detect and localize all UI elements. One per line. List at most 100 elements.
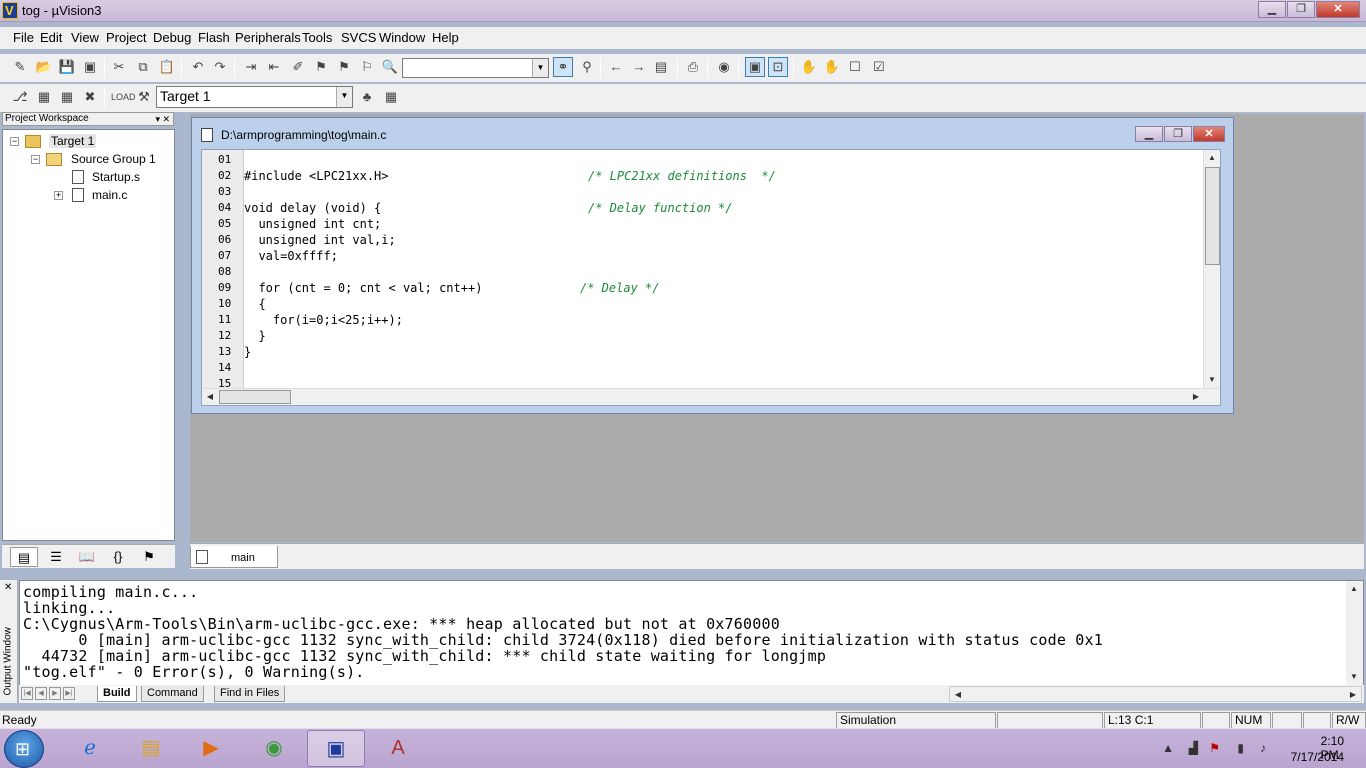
clock-date[interactable]: 7/17/2014 (1291, 750, 1344, 764)
chrome-icon[interactable]: ◉ (245, 730, 303, 767)
open-file-icon[interactable]: 📂 (35, 58, 53, 76)
books-tab-icon[interactable]: 📖 (73, 547, 101, 567)
regs-tab-icon[interactable]: ☰ (42, 547, 70, 567)
find-in-files-icon[interactable]: 🔍 (381, 58, 399, 76)
scroll-up-icon[interactable]: ▲ (1204, 150, 1220, 166)
menu-project[interactable]: Project (106, 30, 146, 45)
tree-item-target[interactable]: Target 1 (49, 134, 97, 148)
scroll-left-icon[interactable]: ◀ (202, 389, 218, 405)
menu-debug[interactable]: Debug (153, 30, 191, 45)
indent-icon[interactable]: ⇥ (242, 58, 260, 76)
debug-session-icon[interactable]: ◉ (715, 58, 733, 76)
hand-disabled-icon[interactable]: ☐ (846, 58, 864, 76)
hand-icon[interactable]: ✋ (800, 58, 818, 76)
bookmark-prev-icon[interactable]: ⚑ (335, 58, 353, 76)
hand-config-icon[interactable]: ☑ (870, 58, 888, 76)
target-select-arrow-icon[interactable]: ▼ (336, 87, 352, 107)
editor-close-button[interactable]: ✕ (1193, 126, 1225, 142)
workspace-menu-icon[interactable]: ▾ ✕ (155, 113, 170, 125)
find-binoculars-icon[interactable]: ⚭ (553, 57, 573, 77)
templates-tab-icon[interactable]: ⚑ (135, 547, 163, 567)
file-explorer-icon[interactable]: ▤ (122, 730, 180, 767)
functions-tab-icon[interactable]: {} (104, 547, 132, 567)
paste-icon[interactable]: 📋 (158, 58, 176, 76)
target-options-icon[interactable]: ⚒ (135, 88, 153, 106)
translate-icon[interactable]: ⎇ (11, 88, 29, 106)
tab-prev-icon[interactable]: ◀ (35, 687, 47, 700)
maximize-button[interactable]: ❐ (1287, 1, 1315, 18)
volume-icon[interactable]: ♪ (1260, 741, 1266, 755)
save-icon[interactable]: 💾 (58, 58, 76, 76)
redo-icon[interactable]: ↷ (211, 58, 229, 76)
collapse-group-icon[interactable]: − (31, 155, 40, 164)
editor-minimize-button[interactable]: ▁ (1135, 126, 1163, 142)
files-tab-icon[interactable]: ▤ (10, 547, 38, 567)
tab-first-icon[interactable]: |◀ (21, 687, 33, 700)
menu-file[interactable]: File (13, 30, 34, 45)
output-tab-command[interactable]: Command (141, 686, 204, 702)
scroll-down-icon[interactable]: ▼ (1204, 372, 1220, 388)
output-scroll-down-icon[interactable]: ▼ (1346, 669, 1362, 685)
tree-item-main[interactable]: main.c (92, 188, 127, 202)
menu-window[interactable]: Window (379, 30, 425, 45)
network-icon[interactable]: ▟ (1189, 741, 1198, 755)
stop-build-icon[interactable]: ✖ (81, 88, 99, 106)
find-combo[interactable]: ▼ (402, 58, 549, 78)
title-bar[interactable]: V tog - µVision3 ▁ ❐ ✕ (0, 0, 1366, 22)
tree-item-startup[interactable]: Startup.s (92, 170, 140, 184)
show-hidden-icons-icon[interactable]: ▲ (1162, 741, 1174, 755)
undo-icon[interactable]: ↶ (189, 58, 207, 76)
copy-icon[interactable]: ⧉ (134, 58, 152, 76)
find-combo-arrow-icon[interactable]: ▼ (532, 59, 548, 77)
tab-last-icon[interactable]: ▶| (63, 687, 75, 700)
bookmark-toggle-icon[interactable]: ✐ (289, 58, 307, 76)
horizontal-scroll-thumb[interactable] (219, 390, 291, 404)
new-file-icon[interactable]: ✎ (11, 58, 29, 76)
manage-books-icon[interactable]: ▦ (382, 88, 400, 106)
expand-main-icon[interactable]: + (54, 191, 63, 200)
editor-maximize-button[interactable]: ❐ (1164, 126, 1192, 142)
collapse-target-icon[interactable]: − (10, 137, 19, 146)
cut-icon[interactable]: ✂ (110, 58, 128, 76)
tree-item-source-group[interactable]: Source Group 1 (71, 152, 156, 166)
menu-help[interactable]: Help (432, 30, 459, 45)
editor-horizontal-scrollbar[interactable]: ◀ ▶ (202, 388, 1220, 405)
save-all-icon[interactable]: ▣ (81, 58, 99, 76)
battery-icon[interactable]: ▮ (1237, 741, 1244, 755)
document-viewer-icon[interactable]: A (369, 730, 427, 767)
browse-icon[interactable]: ▤ (652, 58, 670, 76)
output-scroll-left-icon[interactable]: ◀ (950, 687, 966, 703)
print-icon[interactable]: ⎙ (684, 58, 702, 76)
workspace-window-icon[interactable]: ▣ (745, 57, 765, 77)
build-target-icon[interactable]: ▦ (35, 88, 53, 106)
output-vertical-scrollbar[interactable]: ▲ ▼ (1346, 581, 1363, 685)
minimize-button[interactable]: ▁ (1258, 1, 1286, 18)
tab-next-icon[interactable]: ▶ (49, 687, 61, 700)
output-horizontal-scrollbar[interactable]: ◀ ▶ (949, 686, 1362, 702)
close-button[interactable]: ✕ (1316, 1, 1360, 18)
output-tab-build[interactable]: Build (97, 686, 137, 702)
forward-icon[interactable]: → (630, 58, 648, 76)
uvision-taskbar-icon[interactable]: ▣ (307, 730, 365, 767)
back-icon[interactable]: ← (607, 58, 625, 76)
action-center-icon[interactable]: ⚑ (1209, 741, 1220, 755)
editor-vertical-scrollbar[interactable]: ▲ ▼ (1203, 150, 1220, 388)
menu-tools[interactable]: Tools (302, 30, 332, 45)
editor-title-bar[interactable]: D:\armprogramming\tog\main.c ▁ ❐ ✕ (192, 118, 1233, 148)
output-close-icon[interactable]: ✕ (4, 582, 12, 593)
components-icon[interactable]: ♣ (358, 88, 376, 106)
internet-explorer-icon[interactable]: ℯ (61, 730, 119, 767)
output-scroll-right-icon[interactable]: ▶ (1345, 687, 1361, 703)
bookmark-clear-icon[interactable]: ⚐ (358, 58, 376, 76)
load-flash-icon[interactable]: LOAD (111, 88, 136, 106)
hand-stop-icon[interactable]: ✋ (823, 58, 841, 76)
menu-svcs[interactable]: SVCS (341, 30, 376, 45)
output-tab-find-in-files[interactable]: Find in Files (214, 686, 286, 702)
uvision-app-icon[interactable]: V (2, 2, 18, 19)
document-tab-main[interactable]: main (190, 546, 278, 568)
start-button[interactable]: ⊞ (4, 730, 44, 768)
menu-edit[interactable]: Edit (40, 30, 62, 45)
incremental-find-icon[interactable]: ⚲ (578, 58, 596, 76)
target-select[interactable]: Target 1 ▼ (156, 86, 353, 108)
output-scroll-up-icon[interactable]: ▲ (1346, 581, 1362, 597)
